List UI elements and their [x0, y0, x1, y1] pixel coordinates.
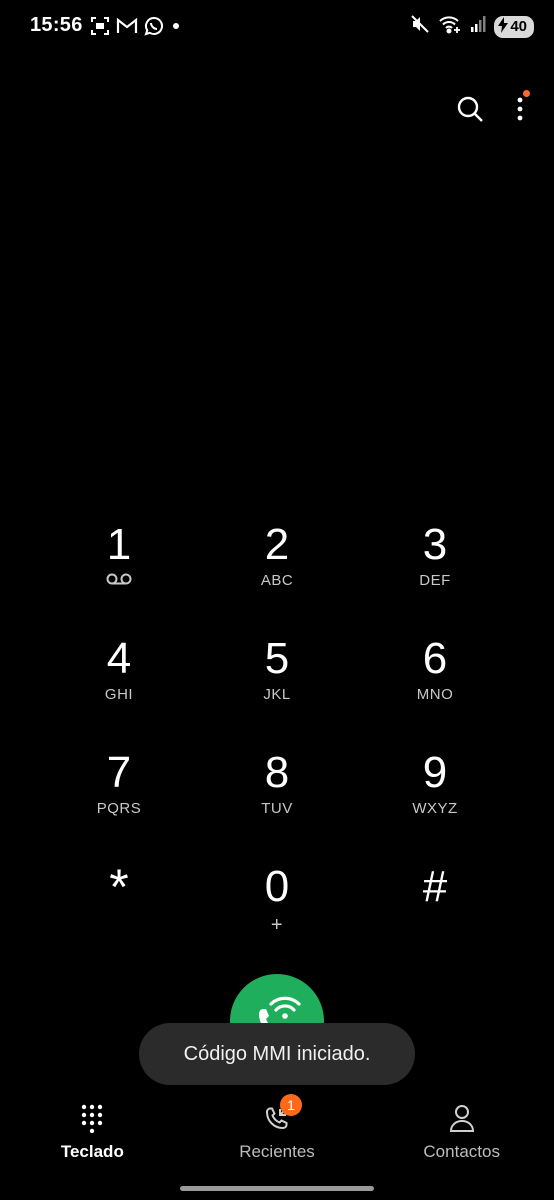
nav-label: Teclado	[60, 1142, 124, 1161]
key-digit: 0	[264, 862, 290, 911]
key-digit: 1	[106, 520, 132, 569]
key-letters: WXYZ	[412, 800, 458, 817]
more-options-icon[interactable]	[516, 90, 530, 128]
key-letters: TUV	[261, 800, 293, 817]
gmail-icon	[116, 16, 138, 41]
key-digit: *	[109, 859, 129, 915]
key-6[interactable]: 6 MNO	[356, 634, 514, 748]
status-time: 15:56	[30, 14, 83, 36]
whatsapp-icon	[144, 16, 164, 41]
key-3[interactable]: 3 DEF	[356, 520, 514, 634]
battery-charging-icon	[498, 16, 509, 37]
top-actions	[456, 90, 530, 128]
key-letters: +	[270, 914, 284, 936]
key-digit: 6	[422, 634, 448, 683]
key-digit: 3	[422, 520, 448, 569]
key-digit: #	[422, 862, 448, 911]
signal-icon	[470, 15, 486, 38]
key-5[interactable]: 5 JKL	[198, 634, 356, 748]
nav-label: Recientes	[239, 1142, 315, 1161]
notification-dot-icon	[170, 16, 182, 41]
key-letters: JKL	[263, 686, 291, 703]
key-star[interactable]: *	[40, 862, 198, 976]
home-indicator[interactable]	[180, 1186, 374, 1191]
key-letters: ABC	[260, 572, 294, 589]
bottom-navigation: Teclado 1 Recientes Contactos	[0, 1094, 554, 1170]
recents-badge: 1	[280, 1094, 302, 1116]
contacts-icon	[449, 1100, 475, 1136]
key-1[interactable]: 1	[40, 520, 198, 634]
nav-recents[interactable]: 1 Recientes	[185, 1094, 370, 1170]
nav-keypad[interactable]: Teclado	[0, 1100, 185, 1170]
key-digit: 7	[106, 748, 132, 797]
toast-message: Código MMI iniciado.	[139, 1023, 415, 1085]
battery-level: 40	[510, 18, 527, 35]
nav-contacts[interactable]: Contactos	[369, 1100, 554, 1170]
screenshot-icon	[90, 16, 110, 41]
nav-label: Contactos	[423, 1142, 500, 1161]
key-letters: PQRS	[96, 800, 142, 817]
search-icon[interactable]	[456, 95, 484, 128]
recents-icon: 1	[262, 1094, 302, 1136]
key-letters: MNO	[416, 686, 454, 703]
battery-indicator: 40	[494, 15, 534, 38]
menu-notification-badge	[523, 90, 530, 97]
key-2[interactable]: 2 ABC	[198, 520, 356, 634]
key-7[interactable]: 7 PQRS	[40, 748, 198, 862]
key-hash[interactable]: #	[356, 862, 514, 976]
key-digit: 4	[106, 634, 132, 683]
key-digit: 8	[264, 748, 290, 797]
mute-icon	[410, 14, 430, 39]
key-digit: 9	[422, 748, 448, 797]
keypad-icon	[80, 1100, 104, 1136]
key-0[interactable]: 0 +	[198, 862, 356, 976]
key-digit: 5	[264, 634, 290, 683]
key-letters: DEF	[419, 572, 451, 589]
key-9[interactable]: 9 WXYZ	[356, 748, 514, 862]
status-bar: 15:56 40	[0, 0, 554, 52]
voicemail-icon	[106, 572, 132, 592]
dial-keypad: 1 2 ABC 3 DEF 4 GHI 5 JKL 6 MNO 7 PQRS 8…	[40, 520, 514, 976]
status-left-icons	[90, 16, 182, 41]
key-8[interactable]: 8 TUV	[198, 748, 356, 862]
key-4[interactable]: 4 GHI	[40, 634, 198, 748]
key-digit: 2	[264, 520, 290, 569]
status-right-icons: 40	[410, 14, 534, 39]
wifi-calling-icon	[438, 14, 462, 39]
key-letters: GHI	[104, 686, 134, 703]
